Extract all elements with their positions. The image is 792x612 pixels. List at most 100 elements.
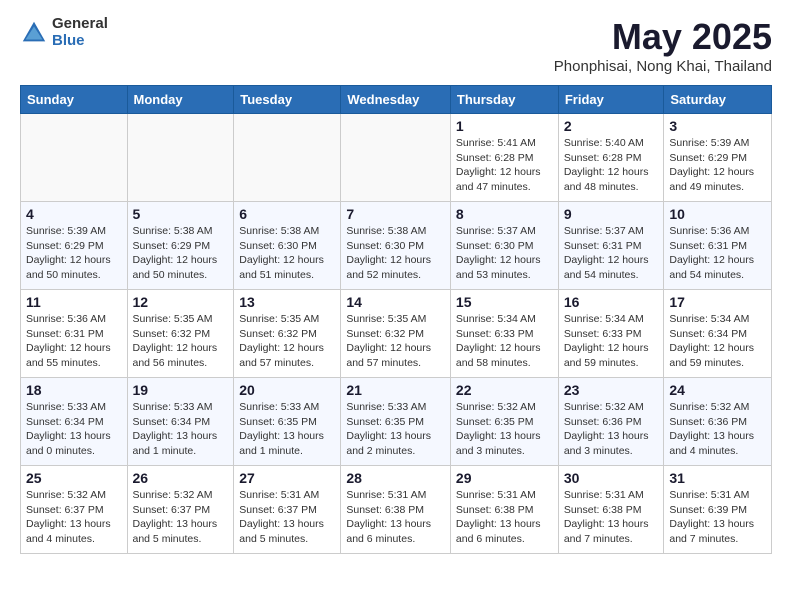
table-cell: 22Sunrise: 5:32 AM Sunset: 6:35 PM Dayli… xyxy=(450,378,558,466)
col-friday: Friday xyxy=(558,86,664,114)
table-cell: 25 Sunrise: 5:32 AM Sunset: 6:37 PM Dayli… xyxy=(21,466,128,554)
day-info: Sunrise: 5:41 AM Sunset: 6:28 PM Dayligh… xyxy=(456,136,553,195)
table-cell: 23 Sunrise: 5:32 AM Sunset: 6:36 PM Dayli… xyxy=(558,378,664,466)
table-cell: 2 Sunrise: 5:40 AM Sunset: 6:28 PM Daylig… xyxy=(558,114,664,202)
logo-icon xyxy=(20,19,48,47)
day-info: Sunrise: 5:34 AM Sunset: 6:34 PM Dayligh… xyxy=(669,312,766,371)
week-row-4: 18Sunrise: 5:33 AM Sunset: 6:34 PM Dayli… xyxy=(21,378,772,466)
col-monday: Monday xyxy=(127,86,234,114)
table-cell: 6 Sunrise: 5:38 AM Sunset: 6:30 PM Daylig… xyxy=(234,202,341,290)
day-info: Sunrise: 5:31 AM Sunset: 6:38 PM Dayligh… xyxy=(346,488,445,547)
day-number: 30 xyxy=(564,470,659,486)
day-number: 6 xyxy=(239,206,335,222)
col-saturday: Saturday xyxy=(664,86,772,114)
table-cell xyxy=(341,114,451,202)
week-row-1: 1 Sunrise: 5:41 AM Sunset: 6:28 PM Daylig… xyxy=(21,114,772,202)
table-cell: 29 Sunrise: 5:31 AM Sunset: 6:38 PM Dayli… xyxy=(450,466,558,554)
table-cell: 9Sunrise: 5:37 AM Sunset: 6:31 PM Daylig… xyxy=(558,202,664,290)
day-number: 28 xyxy=(346,470,445,486)
day-number: 9 xyxy=(564,206,659,222)
day-info: Sunrise: 5:31 AM Sunset: 6:38 PM Dayligh… xyxy=(456,488,553,547)
page: General Blue May 2025 Phonphisai, Nong K… xyxy=(0,0,792,570)
calendar-table: Sunday Monday Tuesday Wednesday Thursday… xyxy=(20,85,772,554)
day-number: 26 xyxy=(133,470,229,486)
table-cell: 3 Sunrise: 5:39 AM Sunset: 6:29 PM Daylig… xyxy=(664,114,772,202)
col-thursday: Thursday xyxy=(450,86,558,114)
header: General Blue May 2025 Phonphisai, Nong K… xyxy=(20,16,772,75)
day-info: Sunrise: 5:37 AM Sunset: 6:30 PM Dayligh… xyxy=(456,224,553,283)
week-row-5: 25 Sunrise: 5:32 AM Sunset: 6:37 PM Dayli… xyxy=(21,466,772,554)
day-number: 13 xyxy=(239,294,335,310)
day-info: Sunrise: 5:31 AM Sunset: 6:37 PM Dayligh… xyxy=(239,488,335,547)
day-number: 2 xyxy=(564,118,659,134)
table-cell: 31Sunrise: 5:31 AM Sunset: 6:39 PM Dayli… xyxy=(664,466,772,554)
day-info: Sunrise: 5:32 AM Sunset: 6:36 PM Dayligh… xyxy=(564,400,659,459)
col-wednesday: Wednesday xyxy=(341,86,451,114)
logo-text: General Blue xyxy=(52,16,108,49)
table-cell: 1 Sunrise: 5:41 AM Sunset: 6:28 PM Daylig… xyxy=(450,114,558,202)
day-info: Sunrise: 5:33 AM Sunset: 6:34 PM Dayligh… xyxy=(26,400,122,459)
table-cell: 17 Sunrise: 5:34 AM Sunset: 6:34 PM Dayli… xyxy=(664,290,772,378)
day-number: 20 xyxy=(239,382,335,398)
day-info: Sunrise: 5:33 AM Sunset: 6:35 PM Dayligh… xyxy=(239,400,335,459)
day-info: Sunrise: 5:35 AM Sunset: 6:32 PM Dayligh… xyxy=(346,312,445,371)
table-cell: 7Sunrise: 5:38 AM Sunset: 6:30 PM Daylig… xyxy=(341,202,451,290)
table-cell: 28 Sunrise: 5:31 AM Sunset: 6:38 PM Dayli… xyxy=(341,466,451,554)
day-info: Sunrise: 5:38 AM Sunset: 6:30 PM Dayligh… xyxy=(239,224,335,283)
col-tuesday: Tuesday xyxy=(234,86,341,114)
day-info: Sunrise: 5:40 AM Sunset: 6:28 PM Dayligh… xyxy=(564,136,659,195)
week-row-2: 4 Sunrise: 5:39 AM Sunset: 6:29 PM Daylig… xyxy=(21,202,772,290)
day-info: Sunrise: 5:38 AM Sunset: 6:30 PM Dayligh… xyxy=(346,224,445,283)
day-number: 15 xyxy=(456,294,553,310)
day-number: 25 xyxy=(26,470,122,486)
table-cell: 19Sunrise: 5:33 AM Sunset: 6:34 PM Dayli… xyxy=(127,378,234,466)
day-number: 4 xyxy=(26,206,122,222)
day-info: Sunrise: 5:33 AM Sunset: 6:35 PM Dayligh… xyxy=(346,400,445,459)
day-info: Sunrise: 5:35 AM Sunset: 6:32 PM Dayligh… xyxy=(133,312,229,371)
day-number: 19 xyxy=(133,382,229,398)
week-row-3: 11Sunrise: 5:36 AM Sunset: 6:31 PM Dayli… xyxy=(21,290,772,378)
logo-blue-text: Blue xyxy=(52,33,108,50)
calendar-header-row: Sunday Monday Tuesday Wednesday Thursday… xyxy=(21,86,772,114)
day-number: 14 xyxy=(346,294,445,310)
day-number: 5 xyxy=(133,206,229,222)
day-number: 27 xyxy=(239,470,335,486)
day-info: Sunrise: 5:34 AM Sunset: 6:33 PM Dayligh… xyxy=(564,312,659,371)
table-cell xyxy=(21,114,128,202)
day-number: 3 xyxy=(669,118,766,134)
day-number: 24 xyxy=(669,382,766,398)
logo-general-text: General xyxy=(52,16,108,33)
day-info: Sunrise: 5:36 AM Sunset: 6:31 PM Dayligh… xyxy=(669,224,766,283)
title-block: May 2025 Phonphisai, Nong Khai, Thailand xyxy=(554,16,772,75)
day-number: 29 xyxy=(456,470,553,486)
day-info: Sunrise: 5:31 AM Sunset: 6:39 PM Dayligh… xyxy=(669,488,766,547)
location: Phonphisai, Nong Khai, Thailand xyxy=(554,58,772,75)
day-number: 22 xyxy=(456,382,553,398)
day-info: Sunrise: 5:32 AM Sunset: 6:36 PM Dayligh… xyxy=(669,400,766,459)
day-info: Sunrise: 5:32 AM Sunset: 6:37 PM Dayligh… xyxy=(133,488,229,547)
table-cell: 26 Sunrise: 5:32 AM Sunset: 6:37 PM Dayli… xyxy=(127,466,234,554)
day-number: 16 xyxy=(564,294,659,310)
table-cell: 16 Sunrise: 5:34 AM Sunset: 6:33 PM Dayli… xyxy=(558,290,664,378)
day-number: 1 xyxy=(456,118,553,134)
day-info: Sunrise: 5:38 AM Sunset: 6:29 PM Dayligh… xyxy=(133,224,229,283)
day-number: 17 xyxy=(669,294,766,310)
day-number: 11 xyxy=(26,294,122,310)
day-info: Sunrise: 5:32 AM Sunset: 6:37 PM Dayligh… xyxy=(26,488,122,547)
day-info: Sunrise: 5:39 AM Sunset: 6:29 PM Dayligh… xyxy=(26,224,122,283)
table-cell: 5 Sunrise: 5:38 AM Sunset: 6:29 PM Daylig… xyxy=(127,202,234,290)
month-title: May 2025 xyxy=(554,16,772,58)
day-number: 23 xyxy=(564,382,659,398)
day-number: 12 xyxy=(133,294,229,310)
table-cell: 11Sunrise: 5:36 AM Sunset: 6:31 PM Dayli… xyxy=(21,290,128,378)
table-cell: 15 Sunrise: 5:34 AM Sunset: 6:33 PM Dayli… xyxy=(450,290,558,378)
day-info: Sunrise: 5:34 AM Sunset: 6:33 PM Dayligh… xyxy=(456,312,553,371)
day-number: 10 xyxy=(669,206,766,222)
logo: General Blue xyxy=(20,16,108,49)
table-cell: 30Sunrise: 5:31 AM Sunset: 6:38 PM Dayli… xyxy=(558,466,664,554)
table-cell: 8Sunrise: 5:37 AM Sunset: 6:30 PM Daylig… xyxy=(450,202,558,290)
day-info: Sunrise: 5:39 AM Sunset: 6:29 PM Dayligh… xyxy=(669,136,766,195)
table-cell: 20 Sunrise: 5:33 AM Sunset: 6:35 PM Dayli… xyxy=(234,378,341,466)
day-number: 21 xyxy=(346,382,445,398)
table-cell xyxy=(234,114,341,202)
